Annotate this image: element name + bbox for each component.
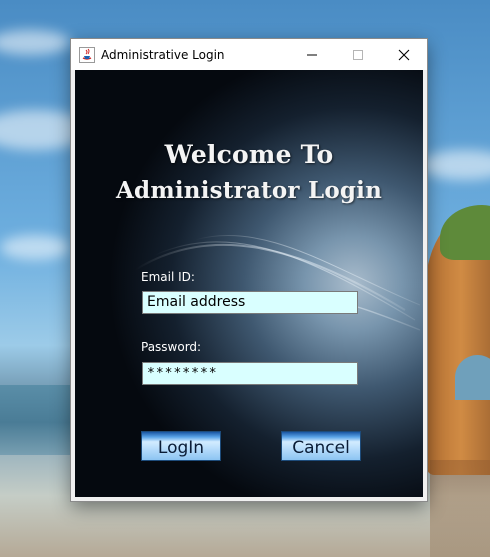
rock-reflection (430, 460, 490, 557)
maximize-button[interactable] (335, 39, 381, 70)
minimize-button[interactable] (289, 39, 335, 70)
password-field[interactable]: ******** (142, 362, 358, 385)
cloud (420, 150, 490, 180)
rock-grass (440, 205, 490, 260)
minimize-icon (307, 54, 317, 55)
cloud (0, 235, 70, 260)
cancel-button[interactable]: Cancel (281, 431, 361, 461)
email-field[interactable]: Email address (142, 291, 358, 314)
email-label: Email ID: (141, 270, 195, 284)
java-app-icon (79, 46, 95, 63)
cloud (0, 30, 70, 55)
close-button[interactable] (381, 39, 427, 70)
desktop-background: Administrative Login Welcome To Administ… (0, 0, 490, 557)
window-title: Administrative Login (101, 47, 225, 62)
rock-arch (455, 355, 490, 400)
title-bar[interactable]: Administrative Login (71, 39, 427, 70)
login-button[interactable]: LogIn (141, 431, 221, 461)
maximize-icon (353, 49, 363, 60)
login-panel: Welcome To Administrator Login Email ID:… (75, 70, 423, 497)
welcome-heading: Welcome To (164, 140, 334, 169)
login-window: Administrative Login Welcome To Administ… (71, 39, 427, 501)
admin-login-heading: Administrator Login (116, 177, 382, 204)
close-icon (398, 49, 410, 60)
password-label: Password: (141, 340, 202, 354)
background-swirl (134, 235, 421, 331)
